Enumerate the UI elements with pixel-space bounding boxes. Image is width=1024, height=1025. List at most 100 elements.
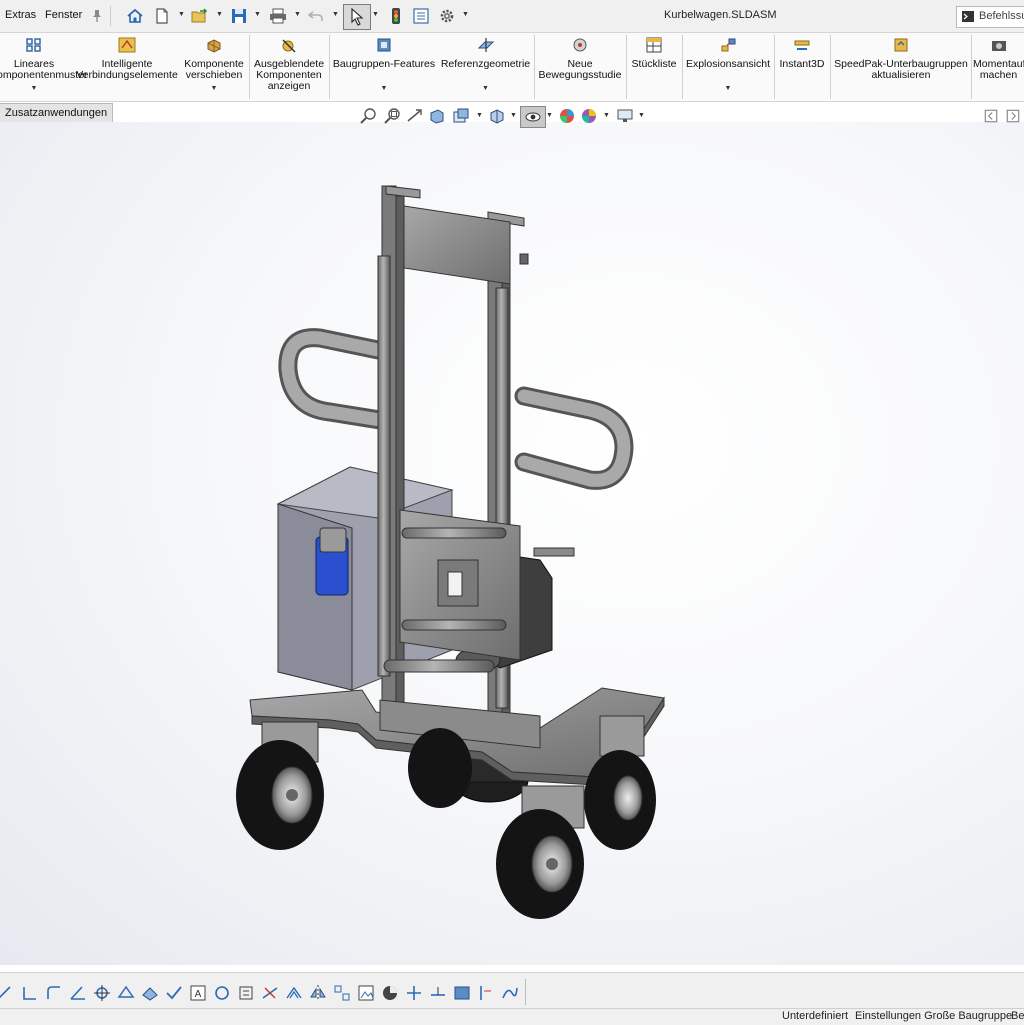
sketch-check-icon[interactable] — [164, 983, 184, 1003]
sketch-mirror-icon[interactable] — [308, 983, 328, 1003]
chevron-down-icon[interactable]: ▼ — [603, 112, 610, 119]
sketch-angle-icon[interactable] — [68, 983, 88, 1003]
left-handle[interactable] — [278, 328, 390, 430]
sketch-dimension-icon[interactable] — [116, 983, 136, 1003]
sketch-smart-dimension-icon[interactable] — [476, 983, 496, 1003]
take-snapshot-button[interactable]: Momentaufnahme machen — [973, 33, 1024, 99]
view-settings-icon[interactable] — [616, 108, 634, 124]
undo-icon[interactable] — [306, 6, 326, 26]
tab-zusatzanwendungen[interactable]: Zusatzanwendungen — [0, 103, 114, 123]
gear-icon[interactable] — [437, 6, 457, 26]
assembly-features-button[interactable]: Baugruppen-Features ▼ — [331, 33, 437, 99]
sketch-offset-icon[interactable] — [284, 983, 304, 1003]
move-component-button[interactable]: Komponente verschieben ▼ — [180, 33, 248, 99]
menu-fenster[interactable]: Fenster — [45, 9, 82, 21]
sketch-text-icon[interactable]: A — [188, 983, 208, 1003]
open-folder-icon[interactable] — [190, 6, 210, 26]
smart-fasteners-button[interactable]: Intelligente Verbindungselemente — [76, 33, 178, 99]
chevron-down-icon[interactable]: ▼ — [0, 83, 78, 94]
sketch-circle-icon[interactable] — [212, 983, 232, 1003]
sketch-toolbar: A — [0, 972, 1024, 1009]
home-icon[interactable] — [125, 6, 145, 26]
chevron-down-icon[interactable]: ▼ — [638, 112, 645, 119]
command-label: Referenzgeometrie — [440, 58, 531, 70]
command-label: Bewegungsstudie — [538, 69, 622, 81]
chevron-down-icon[interactable]: ▼ — [332, 11, 339, 18]
sketch-block-icon[interactable] — [452, 983, 472, 1003]
maximize-window-icon[interactable] — [1004, 108, 1022, 124]
chevron-down-icon[interactable]: ▼ — [476, 112, 483, 119]
sketch-horizontal-icon[interactable] — [428, 983, 448, 1003]
right-handle[interactable] — [514, 386, 634, 490]
sketch-fillet-icon[interactable] — [44, 983, 64, 1003]
scene-icon[interactable] — [580, 108, 598, 124]
rebuild-traffic-light-icon[interactable] — [386, 6, 406, 26]
cart-assembly-model[interactable] — [0, 122, 1024, 965]
command-search-input[interactable]: Befehlssuche — [956, 6, 1024, 28]
sketch-image-icon[interactable] — [356, 983, 376, 1003]
caster-wheel-front-left[interactable] — [236, 721, 324, 850]
show-hidden-components-button[interactable]: Ausgeblendete Komponenten anzeigen — [251, 33, 327, 99]
new-motion-study-button[interactable]: Neue Bewegungsstudie — [536, 33, 624, 99]
appearance-icon[interactable] — [558, 108, 576, 124]
document-title: Kurbelwagen.SLDASM — [664, 9, 777, 21]
show-hidden-components-icon — [282, 39, 296, 53]
status-settings[interactable]: Einstellungen Große Baugruppe — [855, 1010, 1012, 1022]
graphics-area[interactable] — [0, 122, 1024, 965]
status-edit: Bearbeiten — [1011, 1010, 1024, 1022]
chevron-down-icon[interactable]: ▼ — [684, 83, 772, 94]
chevron-down-icon[interactable]: ▼ — [178, 11, 185, 18]
linear-component-pattern-button[interactable]: Lineares Komponentenmuster ▼ — [0, 33, 87, 99]
sketch-spline-icon[interactable] — [500, 983, 520, 1003]
pin-icon[interactable] — [87, 6, 107, 26]
speedpak-icon — [894, 38, 908, 52]
chevron-down-icon[interactable]: ▼ — [510, 112, 517, 119]
zoom-area-icon[interactable] — [384, 108, 402, 124]
view-orientation-icon[interactable] — [488, 108, 506, 124]
select-pointer-icon[interactable] — [343, 4, 371, 30]
front-tube-left — [377, 255, 391, 677]
command-separator — [971, 35, 972, 99]
print-icon[interactable] — [268, 6, 288, 26]
file-properties-icon[interactable] — [411, 6, 431, 26]
chevron-down-icon[interactable]: ▼ — [216, 11, 223, 18]
sketch-pattern-icon[interactable] — [332, 983, 352, 1003]
new-document-icon[interactable] — [152, 6, 172, 26]
restore-window-icon[interactable] — [982, 108, 1000, 124]
update-speedpak-button[interactable]: SpeedPak-Unterbaugruppen aktualisieren — [832, 33, 970, 99]
sketch-corner-icon[interactable] — [20, 983, 40, 1003]
previous-view-icon[interactable] — [406, 108, 424, 124]
chevron-down-icon[interactable]: ▼ — [462, 11, 469, 18]
sketch-trim-icon[interactable] — [260, 983, 280, 1003]
reference-geometry-button[interactable]: Referenzgeometrie ▼ — [438, 33, 533, 99]
sketch-point-icon[interactable] — [92, 983, 112, 1003]
sketch-note-icon[interactable] — [236, 983, 256, 1003]
chevron-down-icon[interactable]: ▼ — [331, 83, 437, 94]
sketch-line-icon[interactable] — [0, 983, 14, 1003]
sketch-plane-icon[interactable] — [140, 983, 160, 1003]
save-icon[interactable] — [229, 6, 249, 26]
command-label: aktualisieren — [871, 69, 931, 81]
exploded-view-button[interactable]: Explosionsansicht ▼ — [684, 33, 772, 99]
display-style-button[interactable] — [520, 106, 546, 128]
bill-of-materials-button[interactable]: Stückliste — [628, 33, 680, 99]
chevron-down-icon[interactable]: ▼ — [372, 11, 379, 18]
chevron-down-icon[interactable]: ▼ — [546, 112, 553, 119]
assembly-features-icon — [377, 38, 391, 52]
chevron-down-icon[interactable]: ▼ — [438, 83, 533, 94]
chevron-down-icon[interactable]: ▼ — [180, 83, 248, 94]
command-label: verschieben — [185, 69, 243, 81]
section-view-icon[interactable] — [428, 108, 446, 124]
dynamic-annotation-icon[interactable] — [452, 108, 470, 124]
smart-fasteners-icon — [118, 37, 136, 53]
zoom-to-fit-icon[interactable] — [360, 108, 378, 124]
chevron-down-icon[interactable]: ▼ — [294, 11, 301, 18]
chevron-down-icon[interactable]: ▼ — [254, 11, 261, 18]
sketch-ball-icon[interactable] — [380, 983, 400, 1003]
bill-of-materials-icon — [646, 37, 662, 53]
sketch-relation-icon[interactable] — [404, 983, 424, 1003]
menu-extras[interactable]: Extras — [5, 9, 36, 21]
caster-wheel-front-right[interactable] — [496, 785, 585, 919]
caster-wheel-rear-center[interactable] — [408, 728, 472, 808]
instant3d-button[interactable]: Instant3D — [776, 33, 828, 99]
